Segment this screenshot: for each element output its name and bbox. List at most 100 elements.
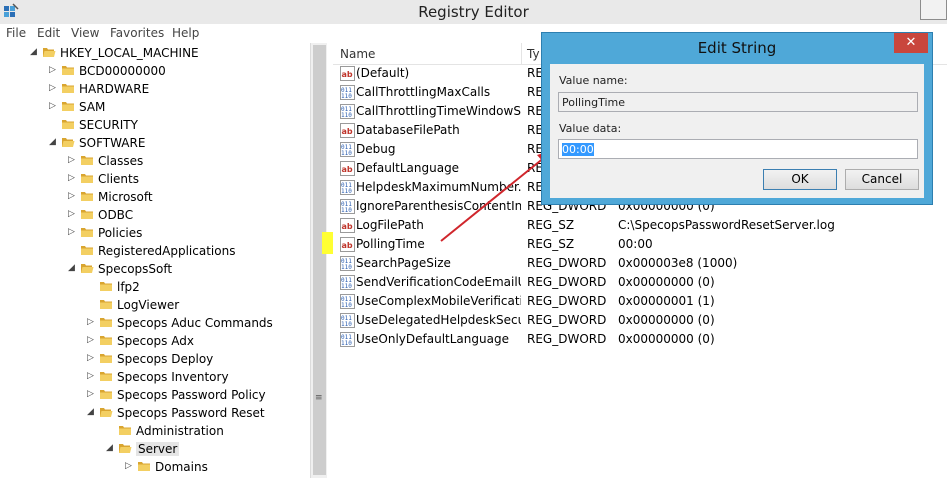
tree-node[interactable]: SECURITY xyxy=(0,116,310,134)
expand-arrow-icon[interactable]: ▷ xyxy=(68,173,78,183)
tree-node[interactable]: RegisteredApplications xyxy=(0,242,310,260)
tree-node[interactable]: lfp2 xyxy=(0,278,310,296)
registry-tree[interactable]: ◢ HKEY_LOCAL_MACHINE ▷ BCD00000000 ▷ HARDWARE… xyxy=(0,43,310,478)
expand-arrow-icon[interactable]: ▷ xyxy=(87,353,97,363)
collapse-arrow-icon[interactable]: ◢ xyxy=(68,263,78,273)
tree-node[interactable]: LogViewer xyxy=(0,296,310,314)
collapse-arrow-icon[interactable]: ◢ xyxy=(30,47,40,57)
title-bar: Registry Editor xyxy=(0,0,947,24)
value-name: SearchPageSize xyxy=(356,256,451,270)
tree-node[interactable]: ▷ Specops Password Policy xyxy=(0,386,310,404)
column-type[interactable]: Ty xyxy=(527,47,540,61)
value-name-field: PollingTime xyxy=(558,92,918,112)
value-row[interactable]: 011110UseDelegatedHelpdeskSecurity REG_DW… xyxy=(333,311,947,330)
tree-node[interactable]: Administration xyxy=(0,422,310,440)
folder-icon xyxy=(100,372,112,381)
string-value-icon: ab xyxy=(340,161,355,176)
svg-text:110: 110 xyxy=(341,188,352,195)
collapse-arrow-icon[interactable]: ◢ xyxy=(106,443,116,453)
collapse-arrow-icon[interactable]: ◢ xyxy=(49,137,59,147)
tree-node-label: Specops Inventory xyxy=(117,370,229,384)
value-name: HelpdeskMaximumNumber... xyxy=(356,180,521,194)
column-separator[interactable] xyxy=(521,43,522,65)
tree-node[interactable]: ▷ Classes xyxy=(0,152,310,170)
tree-node[interactable]: ◢ Server xyxy=(0,440,310,458)
tree-node[interactable]: ▷ SAM xyxy=(0,98,310,116)
expand-arrow-icon[interactable]: ▷ xyxy=(68,191,78,201)
folder-icon xyxy=(100,282,112,291)
scrollbar-thumb[interactable] xyxy=(313,45,326,475)
folder-icon xyxy=(62,102,74,111)
expand-arrow-icon[interactable]: ▷ xyxy=(68,209,78,219)
tree-node[interactable]: ▷ Specops Adx xyxy=(0,332,310,350)
menu-view[interactable]: View xyxy=(71,26,99,40)
menu-edit[interactable]: Edit xyxy=(37,26,60,40)
menu-help[interactable]: Help xyxy=(172,26,199,40)
value-data: 0x00000000 (0) xyxy=(618,313,715,327)
value-row[interactable]: 011 110 SendVerificationCodeEmailU... REG_D… xyxy=(333,273,947,292)
tree-node-label: SOFTWARE xyxy=(79,136,146,150)
menu-file[interactable]: File xyxy=(6,26,26,40)
value-data-input[interactable]: 00:00 xyxy=(558,139,918,159)
expand-arrow-icon[interactable]: ▷ xyxy=(49,65,59,75)
tree-node[interactable]: ◢ SOFTWARE xyxy=(0,134,310,152)
collapse-arrow-icon[interactable]: ◢ xyxy=(87,407,97,417)
value-name: PollingTime xyxy=(356,237,425,251)
svg-text:110: 110 xyxy=(341,150,352,157)
value-data: 0x00000001 (1) xyxy=(618,294,715,308)
expand-arrow-icon[interactable]: ▷ xyxy=(49,101,59,111)
tree-node[interactable]: ▷ Domains xyxy=(0,458,310,476)
expand-arrow-icon[interactable]: ▷ xyxy=(49,83,59,93)
expand-arrow-icon[interactable]: ▷ xyxy=(87,317,97,327)
dword-value-icon: 011110 xyxy=(340,180,355,195)
value-name: SendVerificationCodeEmailU... xyxy=(356,275,521,289)
value-type: REG_DWORD xyxy=(527,256,607,270)
folder-icon xyxy=(81,210,93,219)
expand-arrow-icon[interactable]: ▷ xyxy=(68,227,78,237)
ok-button[interactable]: OK xyxy=(763,169,837,190)
folder-icon xyxy=(100,318,112,327)
tree-node[interactable]: ◢ HKEY_LOCAL_MACHINE xyxy=(0,44,310,62)
tree-node[interactable]: ▷ HARDWARE xyxy=(0,80,310,98)
value-row[interactable]: ab LogFilePath REG_SZ C:\SpecopsPasswordRes… xyxy=(333,216,947,235)
tree-node[interactable]: ▷ Policies xyxy=(0,224,310,242)
tree-node-label: Specops Aduc Commands xyxy=(117,316,273,330)
expand-arrow-icon[interactable]: ▷ xyxy=(87,371,97,381)
value-row[interactable]: 011 110 SearchPageSize REG_DWORD 0x000003e8 … xyxy=(333,254,947,273)
value-row[interactable]: 011 110 UseOnlyDefaultLanguage REG_DWORD 0x0… xyxy=(333,330,947,349)
expand-arrow-icon[interactable]: ▷ xyxy=(87,335,97,345)
value-data: 0x000003e8 (1000) xyxy=(618,256,738,270)
tree-node[interactable]: ◢ SpecopsSoft xyxy=(0,260,310,278)
edit-string-dialog: Edit String ✕ Value name: PollingTime Va… xyxy=(541,32,933,205)
tree-node[interactable]: ▷ ODBC xyxy=(0,206,310,224)
folder-icon xyxy=(62,66,74,75)
column-name[interactable]: Name xyxy=(340,47,375,61)
tree-node[interactable]: ◢ Specops Password Reset xyxy=(0,404,310,422)
folder-icon xyxy=(138,462,150,471)
tree-node[interactable]: ▷ Specops Aduc Commands xyxy=(0,314,310,332)
cancel-button[interactable]: Cancel xyxy=(845,169,919,190)
dialog-body: Value name: PollingTime Value data: 00:0… xyxy=(550,64,924,198)
expand-arrow-icon[interactable]: ▷ xyxy=(87,389,97,399)
value-row[interactable]: ab PollingTime REG_SZ 00:00 xyxy=(333,235,947,254)
tree-node[interactable]: ▷ Microsoft xyxy=(0,188,310,206)
tree-node[interactable]: ▷ Specops Inventory xyxy=(0,368,310,386)
value-name: UseDelegatedHelpdeskSecurity xyxy=(356,313,521,327)
open-folder-icon xyxy=(62,138,75,147)
tree-scrollbar[interactable]: ≡ xyxy=(310,43,327,478)
value-row[interactable]: 011 110 UseComplexMobileVerificati... REG_D… xyxy=(333,292,947,311)
tree-node[interactable]: ▷ BCD00000000 xyxy=(0,62,310,80)
close-icon[interactable]: ✕ xyxy=(894,33,928,53)
menu-favorites[interactable]: Favorites xyxy=(110,26,164,40)
open-folder-icon xyxy=(43,48,56,57)
tree-node-label: Administration xyxy=(136,424,224,438)
tree-node-label: Specops Adx xyxy=(117,334,194,348)
tree-node[interactable]: ▷ Clients xyxy=(0,170,310,188)
expand-arrow-icon[interactable]: ▷ xyxy=(68,155,78,165)
maximize-button[interactable] xyxy=(920,0,947,20)
expand-arrow-icon[interactable]: ▷ xyxy=(125,461,135,471)
tree-node[interactable]: ▷ Specops Deploy xyxy=(0,350,310,368)
no-expander xyxy=(49,119,59,129)
tree-node-label: SpecopsSoft xyxy=(98,262,173,276)
svg-text:ab: ab xyxy=(342,70,353,79)
